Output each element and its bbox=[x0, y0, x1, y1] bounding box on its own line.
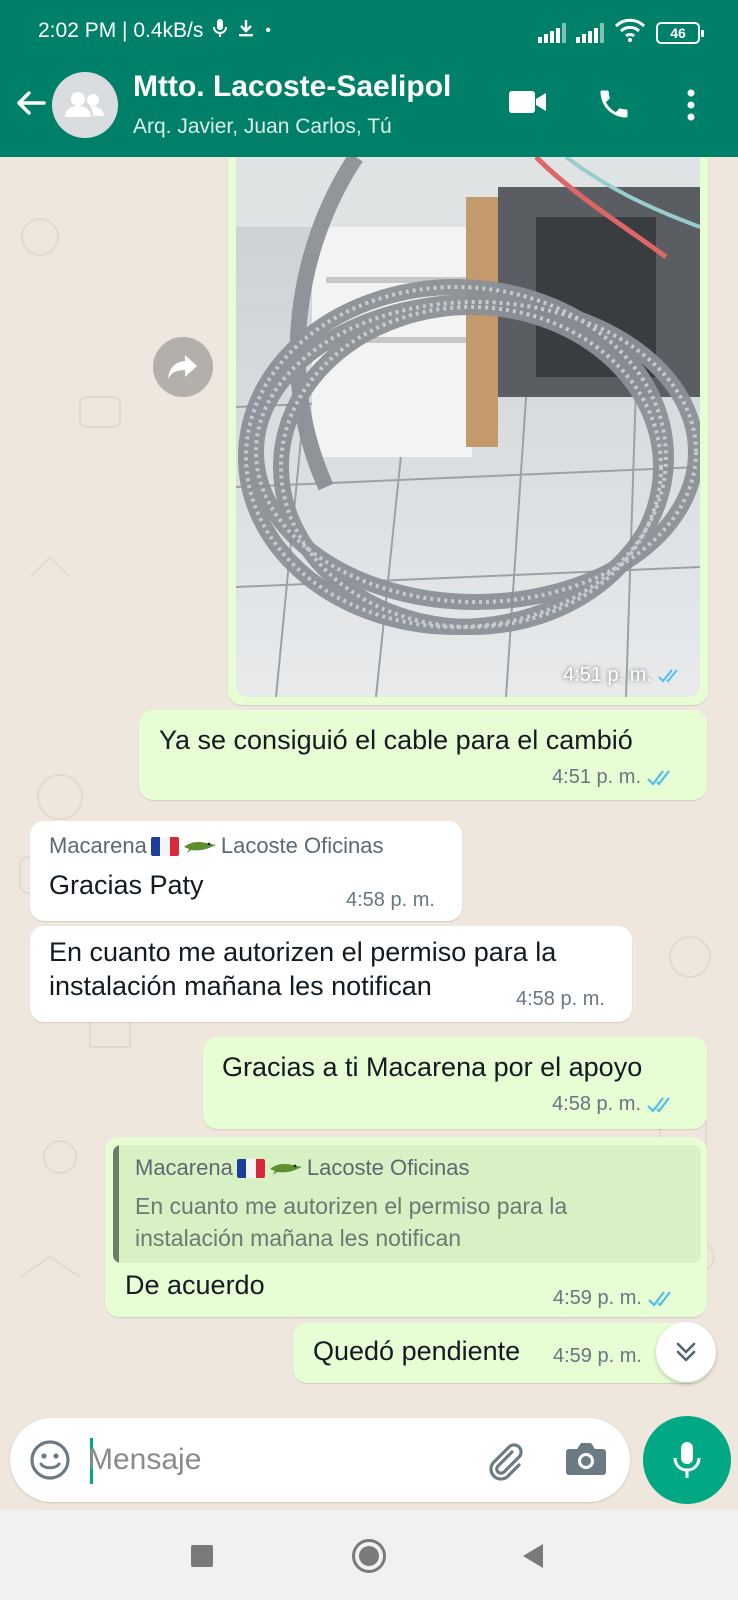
read-ticks-icon bbox=[648, 1290, 671, 1307]
group-icon bbox=[65, 92, 104, 117]
battery-indicator: 46 bbox=[656, 21, 704, 44]
recent-apps-icon[interactable] bbox=[191, 1545, 213, 1567]
camera-icon[interactable] bbox=[565, 1440, 607, 1483]
message-composer bbox=[10, 1418, 630, 1502]
more-options-icon[interactable] bbox=[686, 88, 696, 127]
message-text: Gracias Paty bbox=[49, 870, 204, 900]
quote-bar bbox=[113, 1145, 119, 1263]
status-bar: 2:02 PM | 0.4kB/s • 46 bbox=[0, 0, 738, 62]
quoted-sender-suffix: Lacoste Oficinas bbox=[306, 1155, 470, 1180]
france-flag-icon bbox=[236, 1158, 265, 1178]
forward-button[interactable] bbox=[153, 337, 213, 397]
app-header: 2:02 PM | 0.4kB/s • 46 Mtto. Lacoste-Sae… bbox=[0, 0, 738, 157]
message-bubble-in[interactable]: En cuanto me autorizen el permiso para l… bbox=[30, 926, 632, 1022]
message-time: 4:58 p. m. bbox=[346, 889, 435, 911]
quoted-sender-name: Macarena bbox=[135, 1155, 233, 1180]
quoted-text-line-1: En cuanto me autorizen el permiso para l… bbox=[135, 1193, 568, 1219]
message-time: 4:51 p. m. bbox=[552, 766, 641, 788]
image-message-meta: 4:51 p. m. bbox=[563, 664, 684, 687]
message-bubble-in[interactable]: Macarena Lacoste Oficinas Gracias Paty 4… bbox=[30, 821, 462, 921]
read-ticks-icon bbox=[647, 1096, 670, 1113]
read-ticks-icon bbox=[647, 769, 670, 786]
message-text: Ya se consiguió el cable para el cambió bbox=[159, 725, 633, 755]
message-time: 4:58 p. m. bbox=[552, 1093, 641, 1115]
wifi-icon bbox=[614, 18, 646, 47]
message-meta: 4:51 p. m. bbox=[552, 766, 677, 789]
status-left: 2:02 PM | 0.4kB/s • bbox=[38, 18, 271, 44]
forward-icon bbox=[168, 355, 197, 379]
quoted-text-line-2: instalación mañana les notifican bbox=[135, 1225, 462, 1251]
message-meta: 4:59 p. m. bbox=[553, 1287, 678, 1310]
mic-status-icon bbox=[213, 18, 228, 44]
message-time: 4:59 p. m. bbox=[553, 1287, 642, 1309]
read-ticks-icon bbox=[658, 668, 678, 682]
message-bubble-out[interactable]: Gracias a ti Macarena por el apoyo 4:58 … bbox=[203, 1037, 707, 1129]
sender-suffix: Lacoste Oficinas bbox=[220, 833, 384, 858]
quoted-message[interactable]: Macarena Lacoste Oficinas En cuanto me a… bbox=[113, 1145, 701, 1263]
back-arrow-icon[interactable] bbox=[14, 86, 48, 120]
message-time: 4:58 p. m. bbox=[516, 988, 605, 1010]
crocodile-icon bbox=[183, 842, 216, 853]
message-text: De acuerdo bbox=[125, 1270, 265, 1300]
status-right: 46 bbox=[538, 18, 704, 47]
quoted-sender: Macarena Lacoste Oficinas bbox=[135, 1155, 469, 1181]
download-status-icon bbox=[237, 18, 255, 44]
message-bubble-out[interactable]: Ya se consiguió el cable para el cambió … bbox=[139, 710, 707, 800]
image-message-time: 4:51 p. m. bbox=[563, 664, 652, 686]
message-text: Gracias a ti Macarena por el apoyo bbox=[222, 1052, 643, 1082]
cable-photo bbox=[236, 157, 700, 697]
back-nav-icon[interactable] bbox=[521, 1542, 545, 1575]
message-meta: 4:58 p. m. bbox=[552, 1093, 677, 1116]
chat-area[interactable]: 4:51 p. m. Ya se consiguió el cable para… bbox=[0, 157, 738, 1410]
signal-icon-2 bbox=[576, 22, 604, 43]
status-time-speed: 2:02 PM | 0.4kB/s bbox=[38, 19, 204, 42]
double-chevron-down-icon bbox=[676, 1342, 696, 1362]
group-avatar[interactable] bbox=[52, 72, 118, 138]
message-time: 4:59 p. m. bbox=[553, 1345, 642, 1367]
message-text-line-1: En cuanto me autorizen el permiso para l… bbox=[49, 937, 557, 967]
chat-title[interactable]: Mtto. Lacoste-Saelipol bbox=[133, 70, 451, 104]
sender-name: Macarena bbox=[49, 833, 147, 858]
crocodile-icon bbox=[269, 1164, 302, 1175]
message-text: Quedó pendiente bbox=[313, 1336, 521, 1366]
message-text-line-2: instalación mañana les notifican bbox=[49, 971, 432, 1001]
message-sender: Macarena Lacoste Oficinas bbox=[49, 833, 383, 859]
notification-dot: • bbox=[265, 22, 271, 39]
voice-message-button[interactable] bbox=[643, 1416, 731, 1504]
home-icon[interactable] bbox=[352, 1539, 386, 1573]
attach-icon[interactable] bbox=[482, 1438, 526, 1487]
mic-icon bbox=[673, 1442, 701, 1478]
france-flag-icon bbox=[150, 836, 179, 856]
system-nav-bar bbox=[0, 1510, 738, 1600]
message-input[interactable] bbox=[88, 1436, 468, 1484]
message-bubble-out[interactable]: Quedó pendiente 4:59 p. m. bbox=[293, 1323, 707, 1383]
signal-icon bbox=[538, 22, 566, 43]
image-message-photo[interactable]: 4:51 p. m. bbox=[236, 157, 700, 697]
voice-call-icon[interactable] bbox=[596, 86, 632, 127]
chat-participants[interactable]: Arq. Javier, Juan Carlos, Tú bbox=[133, 115, 392, 139]
emoji-icon[interactable] bbox=[28, 1438, 72, 1487]
video-call-icon[interactable] bbox=[508, 86, 548, 123]
scroll-to-bottom-button[interactable] bbox=[656, 1322, 716, 1382]
